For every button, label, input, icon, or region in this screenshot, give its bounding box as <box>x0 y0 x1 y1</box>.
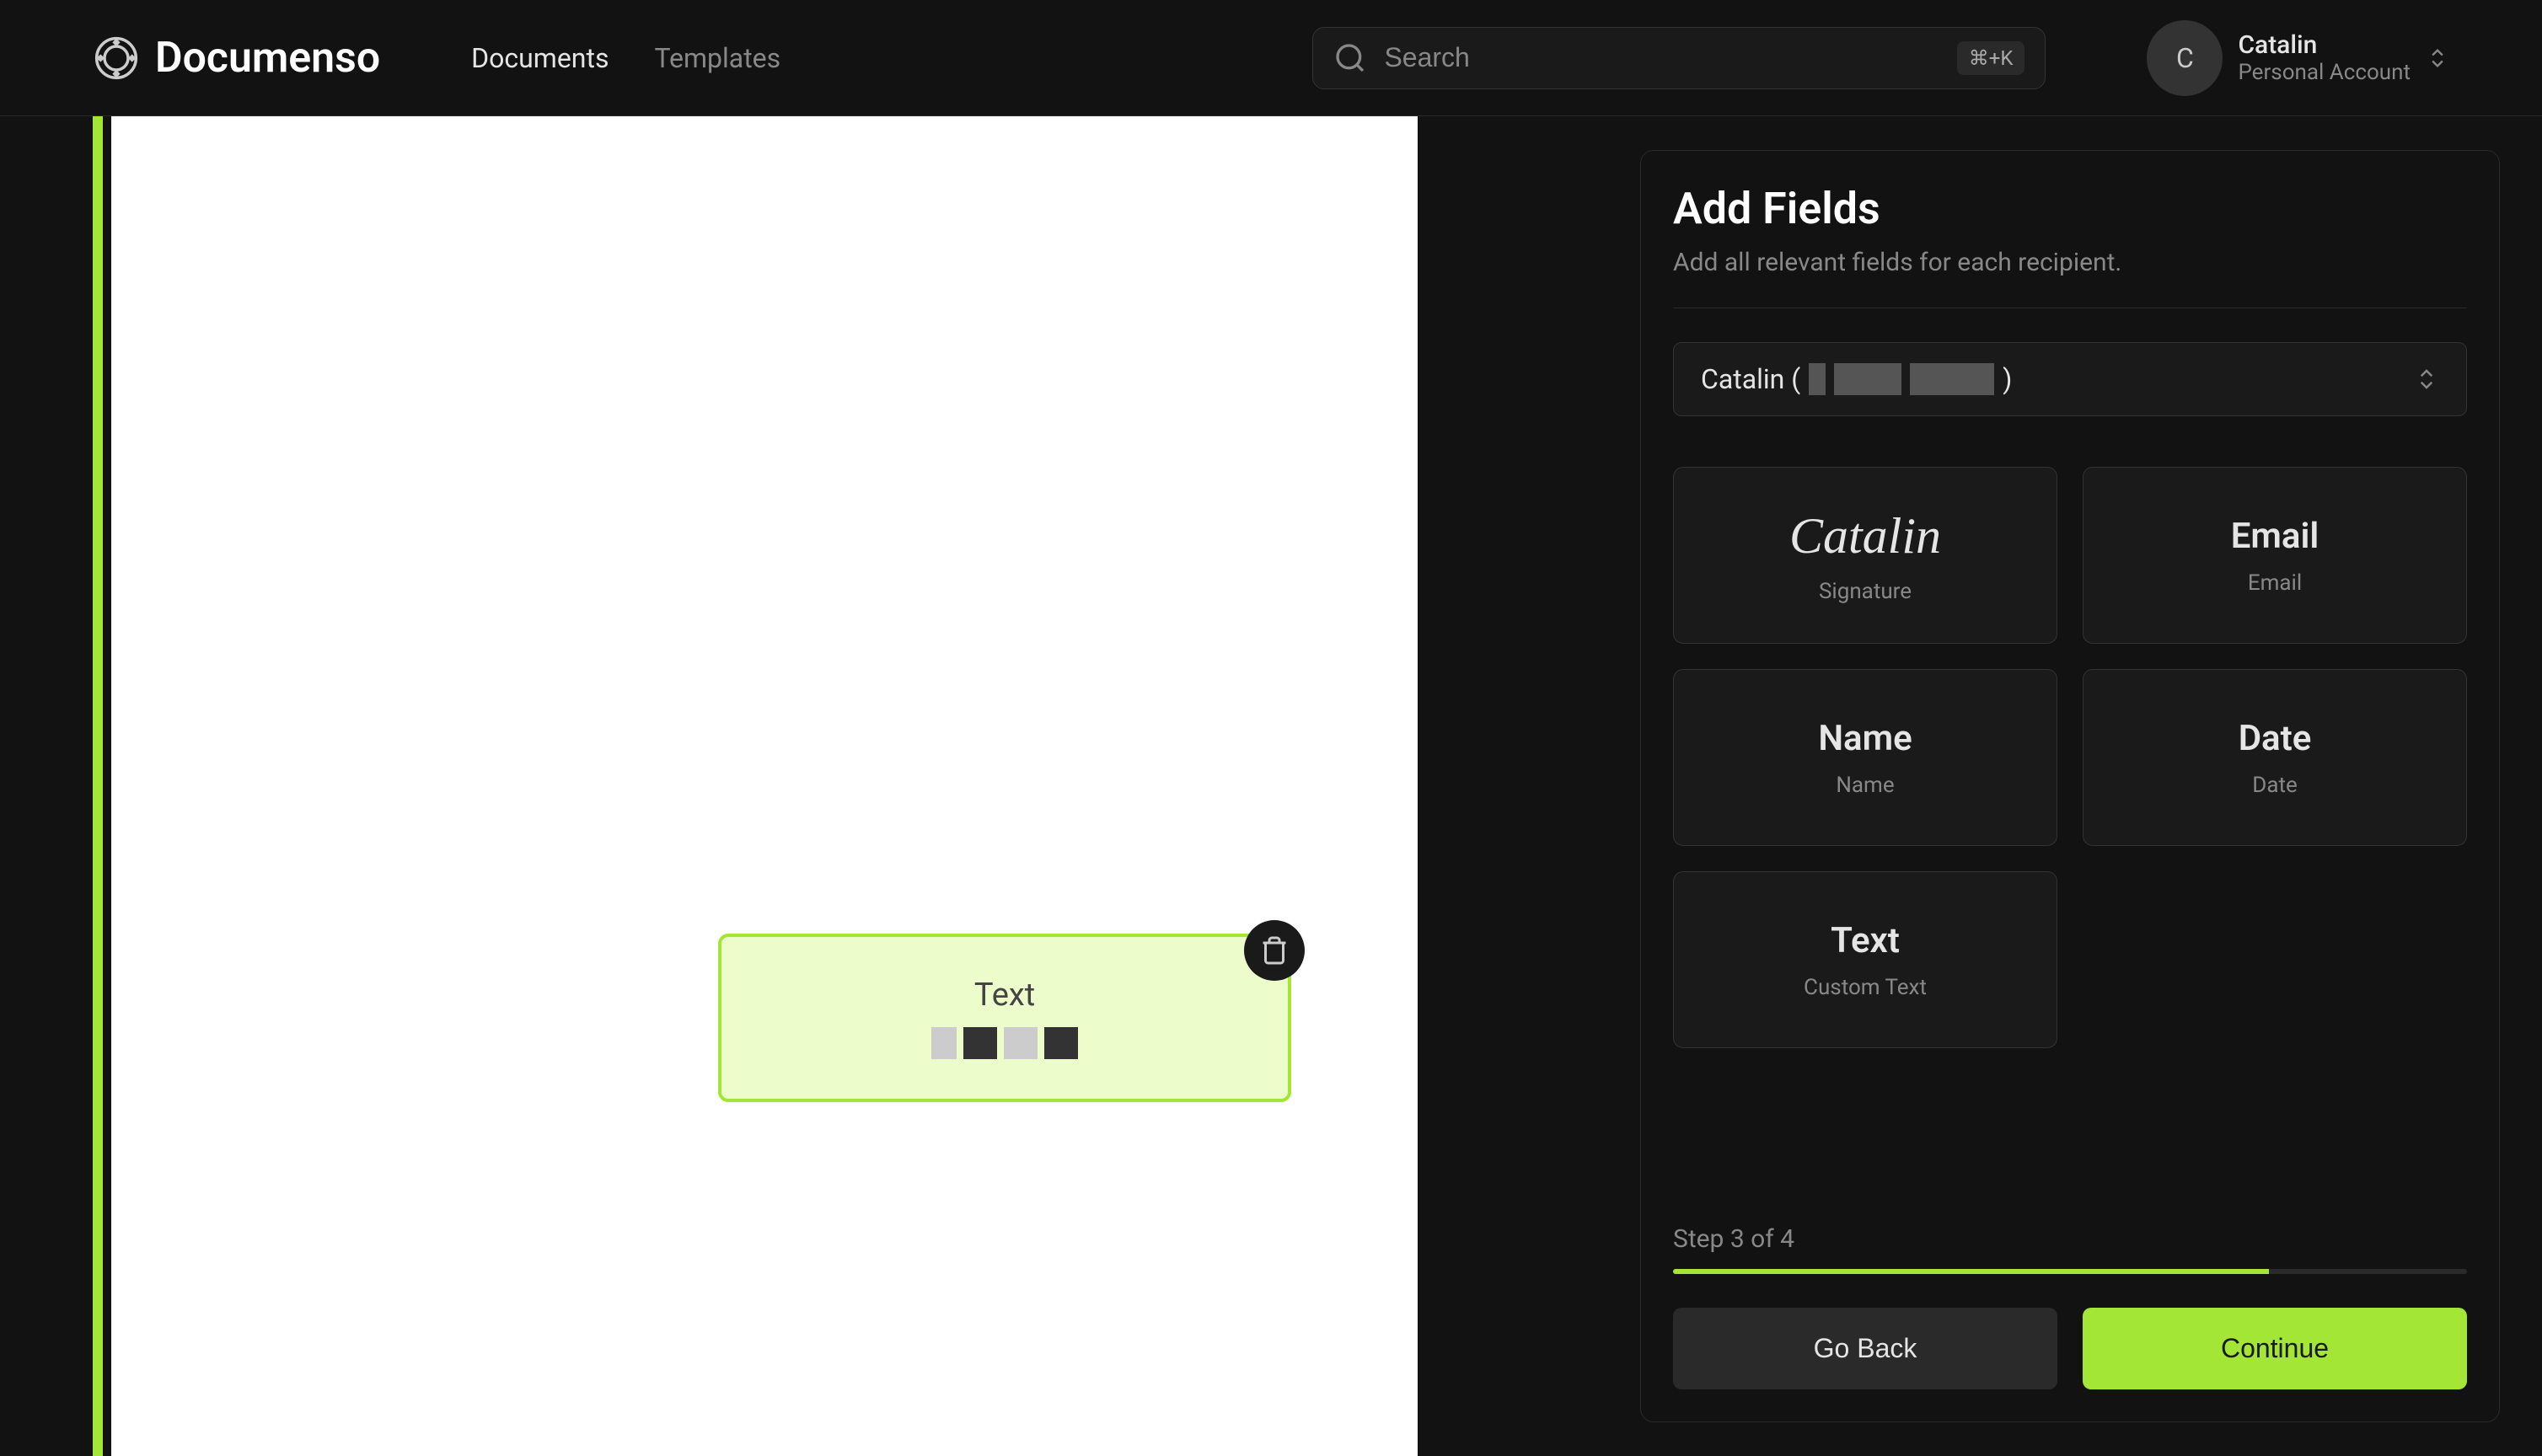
field-title: Text <box>1831 920 1900 961</box>
search-input[interactable] <box>1384 42 1939 73</box>
placed-field-redacted <box>931 1027 1078 1059</box>
sidebar: Add Fields Add all relevant fields for e… <box>1598 116 2542 1456</box>
document-page[interactable]: Text <box>111 116 1418 1456</box>
field-subtitle: Custom Text <box>1804 975 1927 1000</box>
panel-subtitle: Add all relevant fields for each recipie… <box>1673 248 2467 277</box>
field-subtitle: Signature <box>1819 579 1912 604</box>
field-email[interactable]: Email Email <box>2083 467 2467 644</box>
step-label: Step 3 of 4 <box>1673 1224 2467 1254</box>
document-area: Text <box>0 116 1598 1456</box>
avatar: C <box>2147 20 2223 96</box>
fields-grid: Catalin Signature Email Email Name Name … <box>1673 467 2467 1048</box>
button-row: Go Back Continue <box>1673 1308 2467 1389</box>
chevron-updown-icon <box>2414 367 2439 392</box>
field-subtitle: Name <box>1836 773 1894 798</box>
progress-fill <box>1673 1269 2269 1274</box>
chevron-updown-icon <box>2426 46 2449 70</box>
user-name: Catalin <box>2238 30 2411 60</box>
field-name[interactable]: Name Name <box>1673 669 2057 846</box>
delete-field-button[interactable] <box>1244 920 1305 981</box>
progress-bar <box>1673 1269 2467 1274</box>
field-title: Email <box>2231 516 2319 557</box>
trash-icon <box>1259 935 1290 966</box>
search-container[interactable]: ⌘+K <box>1312 27 2046 89</box>
nav-links: Documents Templates <box>471 42 780 74</box>
field-title: Catalin <box>1789 507 1941 565</box>
field-subtitle: Email <box>2248 570 2302 596</box>
app-header: Documenso Documents Templates ⌘+K C Cata… <box>0 0 2542 116</box>
field-text[interactable]: Text Custom Text <box>1673 871 2057 1048</box>
field-title: Name <box>1818 718 1912 759</box>
logo-icon <box>93 35 140 82</box>
fields-panel: Add Fields Add all relevant fields for e… <box>1640 150 2500 1422</box>
nav-documents[interactable]: Documents <box>471 42 609 74</box>
search-shortcut: ⌘+K <box>1957 41 2025 75</box>
panel-title: Add Fields <box>1673 183 2467 234</box>
go-back-button[interactable]: Go Back <box>1673 1308 2057 1389</box>
continue-button[interactable]: Continue <box>2083 1308 2467 1389</box>
user-account: Personal Account <box>2238 60 2411 85</box>
recipient-name: Catalin ( ) <box>1701 363 2012 395</box>
field-signature[interactable]: Catalin Signature <box>1673 467 2057 644</box>
field-date[interactable]: Date Date <box>2083 669 2467 846</box>
document-scroll-indicator <box>93 116 103 1456</box>
logo-text: Documenso <box>155 34 380 83</box>
logo-section[interactable]: Documenso <box>93 34 380 83</box>
main-content: Text Add Fields Add all relevant f <box>0 116 2542 1456</box>
user-info: Catalin Personal Account <box>2238 30 2411 85</box>
user-menu[interactable]: C Catalin Personal Account <box>2147 20 2449 96</box>
placed-field-label: Text <box>974 977 1035 1014</box>
placed-text-field[interactable]: Text <box>718 934 1291 1102</box>
field-subtitle: Date <box>2252 773 2298 798</box>
search-icon <box>1333 41 1367 75</box>
nav-templates[interactable]: Templates <box>654 42 780 74</box>
recipient-select[interactable]: Catalin ( ) <box>1673 342 2467 416</box>
step-section: Step 3 of 4 Go Back Continue <box>1673 1224 2467 1389</box>
field-title: Date <box>2239 718 2312 759</box>
